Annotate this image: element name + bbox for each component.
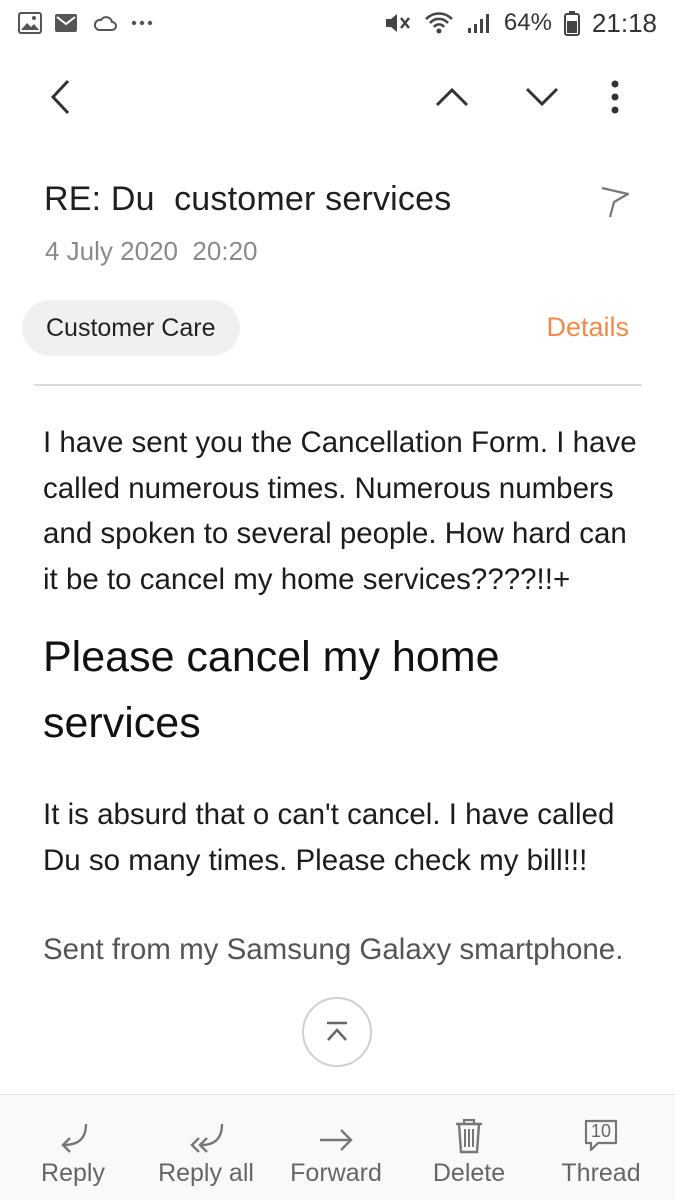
previous-email-button[interactable] [429,74,475,120]
thread-button[interactable]: 10 Thread [556,1095,646,1200]
scroll-to-top-icon [327,1021,347,1041]
next-email-button[interactable] [519,74,565,120]
email-body: I have sent you the Cancellation Form. I… [43,420,643,973]
email-notification-icon [54,12,80,34]
forward-label: Forward [290,1159,382,1187]
signal-icon [466,11,492,35]
wifi-icon [424,11,454,35]
email-signature: Sent from my Samsung Galaxy smartphone. [43,933,624,966]
forward-button[interactable]: Forward [284,1095,388,1200]
reply-all-button[interactable]: Reply all [152,1095,260,1200]
cloud-sync-icon [92,13,118,33]
status-left [18,12,154,34]
details-link[interactable]: Details [546,312,629,343]
delete-label: Delete [432,1159,506,1187]
status-time: 21:18 [591,7,657,38]
body-paragraph-1: I have sent you the Cancellation Form. I… [43,426,637,596]
delete-button[interactable]: Delete [426,1095,512,1200]
reply-all-label: Reply all [158,1159,254,1187]
header-divider [34,384,642,386]
more-notifications-icon [130,19,154,27]
body-paragraph-2: It is absurd that o can't cancel. I have… [43,798,615,877]
email-date: 4 July 2020 20:20 [45,236,258,266]
reply-all-icon [186,1095,226,1155]
battery-icon [563,10,580,36]
reply-icon [56,1095,90,1155]
email-subject: RE: Du customer services [44,180,452,218]
gallery-icon [18,12,42,34]
back-button[interactable] [38,74,84,120]
mute-icon [384,11,412,35]
body-heading: Please cancel my home services [43,633,500,747]
email-toolbar [0,62,675,132]
bottom-action-bar: Reply Reply all Forward Delete 10 Thread [0,1094,675,1200]
next-email-icon [525,87,559,107]
flag-icon[interactable] [596,184,632,220]
thread-icon: 10 [582,1095,620,1155]
status-bar: 64% 21:18 [0,0,675,46]
reply-button[interactable]: Reply [30,1095,116,1200]
previous-email-icon [435,87,469,107]
back-icon [50,79,70,115]
trash-icon [453,1095,485,1155]
more-options-button[interactable] [592,74,638,120]
thread-label: Thread [561,1159,641,1187]
scroll-to-top-button[interactable] [302,997,372,1067]
forward-icon [317,1095,355,1155]
thread-count: 10 [590,1121,612,1141]
sender-name: Customer Care [46,313,216,342]
sender-chip[interactable]: Customer Care [22,300,240,356]
status-right: 64% 21:18 [384,8,657,39]
battery-percent: 64% [503,9,552,36]
reply-label: Reply [41,1159,105,1187]
more-options-icon [611,80,619,114]
